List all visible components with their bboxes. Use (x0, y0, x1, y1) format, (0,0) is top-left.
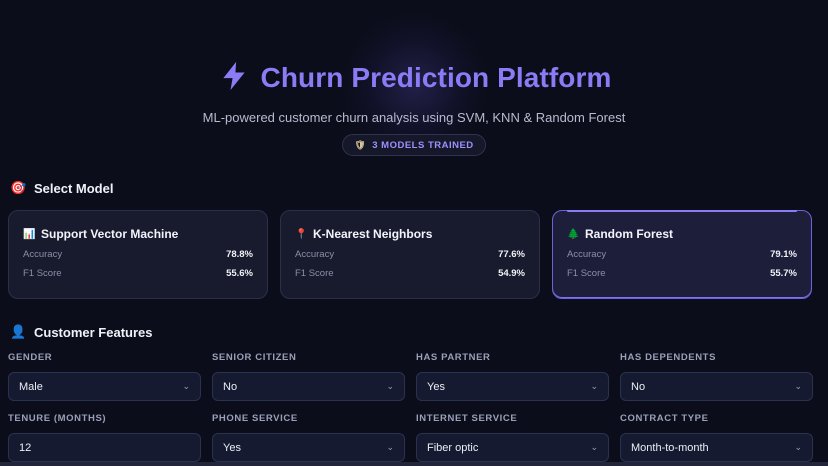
has-partner-select[interactable]: Yes ⌄ (416, 372, 609, 401)
senior-citizen-select[interactable]: No ⌄ (212, 372, 405, 401)
phone-service-select[interactable]: Yes ⌄ (212, 433, 405, 462)
accuracy-label: Accuracy (567, 249, 607, 260)
model-card-knn[interactable]: 📍 K-Nearest Neighbors Accuracy 77.6% F1 … (280, 210, 540, 299)
field-label: SENIOR CITIZEN (212, 352, 297, 363)
select-value: Male (19, 380, 43, 393)
field-label: GENDER (8, 352, 53, 363)
chart-icon: 📊 (23, 228, 36, 240)
model-name: Random Forest (585, 227, 674, 241)
chevron-down-icon: ⌄ (590, 442, 598, 452)
feature-fields: GENDER Male ⌄ SENIOR CITIZEN No ⌄ HAS PA… (8, 352, 813, 462)
chevron-down-icon: ⌄ (590, 381, 598, 391)
model-cards: 📊 Support Vector Machine Accuracy 78.8% … (8, 210, 812, 299)
model-card-random-forest[interactable]: 🌲 Random Forest Accuracy 79.1% F1 Score … (552, 210, 812, 299)
shield-icon: 🛡 (354, 139, 367, 150)
accuracy-value: 77.6% (498, 249, 525, 260)
contract-type-select[interactable]: Month-to-month ⌄ (620, 433, 813, 462)
select-value: No (631, 380, 646, 393)
field-label: HAS PARTNER (416, 352, 491, 363)
field-label: HAS DEPENDENTS (620, 352, 717, 363)
f1-label: F1 Score (567, 268, 606, 279)
chevron-down-icon: ⌄ (386, 381, 394, 391)
f1-value: 55.6% (226, 268, 253, 279)
f1-label: F1 Score (23, 268, 62, 279)
select-value: No (223, 380, 238, 393)
lightning-icon (217, 59, 251, 98)
select-value: Yes (223, 441, 241, 454)
field-internet-service: INTERNET SERVICE Fiber optic ⌄ (416, 413, 609, 462)
field-label: CONTRACT TYPE (620, 413, 709, 424)
accuracy-value: 78.8% (226, 249, 253, 260)
field-tenure: TENURE (MONTHS) 12 (8, 413, 201, 462)
select-value: Month-to-month (631, 441, 709, 454)
customer-features-heading: 👤 Customer Features (10, 324, 152, 340)
horizontal-scrollbar[interactable] (0, 462, 828, 466)
chevron-down-icon: ⌄ (794, 381, 802, 391)
field-gender: GENDER Male ⌄ (8, 352, 201, 401)
accuracy-label: Accuracy (295, 249, 335, 260)
select-value: Yes (427, 380, 445, 393)
field-label: INTERNET SERVICE (416, 413, 518, 424)
field-label: TENURE (MONTHS) (8, 413, 107, 424)
f1-value: 54.9% (498, 268, 525, 279)
chevron-down-icon: ⌄ (794, 442, 802, 452)
f1-value: 55.7% (770, 268, 797, 279)
target-icon: 🎯 (10, 180, 27, 195)
field-has-dependents: HAS DEPENDENTS No ⌄ (620, 352, 813, 401)
chevron-down-icon: ⌄ (386, 442, 394, 452)
badge-label: 3 MODELS TRAINED (372, 139, 474, 151)
input-value: 12 (19, 441, 32, 454)
page-subtitle: ML-powered customer churn analysis using… (202, 110, 626, 125)
model-name: Support Vector Machine (41, 227, 179, 241)
field-has-partner: HAS PARTNER Yes ⌄ (416, 352, 609, 401)
accuracy-label: Accuracy (23, 249, 63, 260)
f1-label: F1 Score (295, 268, 334, 279)
select-model-heading: 🎯 Select Model (10, 180, 113, 196)
header: Churn Prediction Platform ML-powered cus… (0, 56, 828, 156)
customer-features-title: Customer Features (34, 324, 153, 340)
accuracy-value: 79.1% (770, 249, 797, 260)
title-row: Churn Prediction Platform (0, 56, 828, 100)
pin-icon: 📍 (295, 228, 308, 240)
tenure-input[interactable]: 12 (8, 433, 201, 462)
field-label: PHONE SERVICE (212, 413, 298, 424)
tree-icon: 🌲 (567, 228, 580, 240)
gender-select[interactable]: Male ⌄ (8, 372, 201, 401)
model-name: K-Nearest Neighbors (313, 227, 433, 241)
field-contract-type: CONTRACT TYPE Month-to-month ⌄ (620, 413, 813, 462)
person-icon: 👤 (10, 324, 27, 339)
chevron-down-icon: ⌄ (182, 381, 190, 391)
select-model-title: Select Model (34, 180, 114, 196)
page-title: Churn Prediction Platform (260, 62, 612, 93)
field-phone-service: PHONE SERVICE Yes ⌄ (212, 413, 405, 462)
select-value: Fiber optic (427, 441, 479, 454)
field-senior-citizen: SENIOR CITIZEN No ⌄ (212, 352, 405, 401)
internet-service-select[interactable]: Fiber optic ⌄ (416, 433, 609, 462)
models-trained-badge: 🛡 3 MODELS TRAINED (342, 134, 486, 156)
model-card-svm[interactable]: 📊 Support Vector Machine Accuracy 78.8% … (8, 210, 268, 299)
has-dependents-select[interactable]: No ⌄ (620, 372, 813, 401)
